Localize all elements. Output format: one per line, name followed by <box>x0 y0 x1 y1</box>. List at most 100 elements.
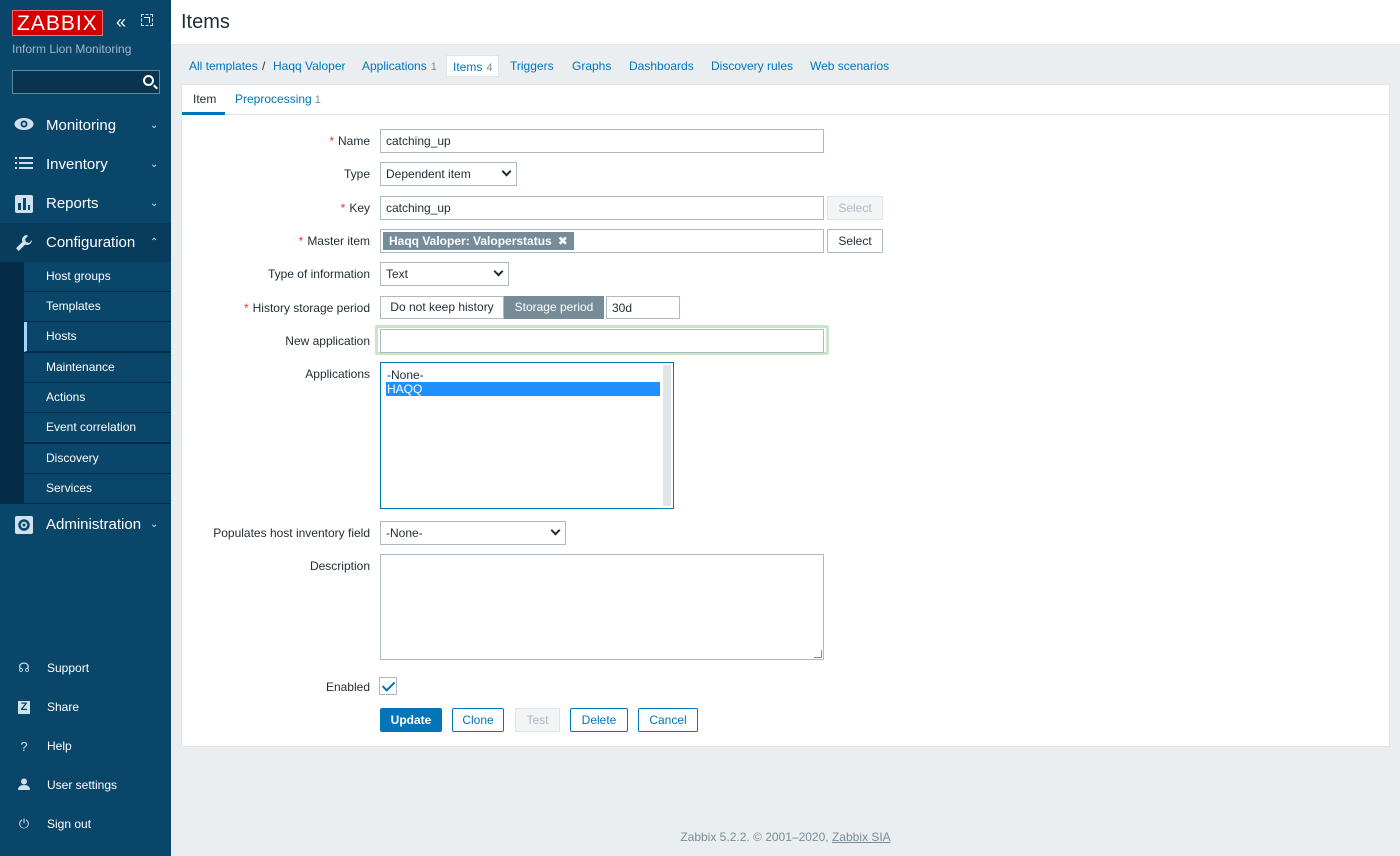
tab-label: Preprocessing <box>235 92 312 106</box>
menu-configuration[interactable]: Configuration ⌃ <box>0 223 171 262</box>
menu-label: Administration <box>46 516 142 533</box>
description-textarea[interactable] <box>380 554 824 660</box>
zabbix-logo[interactable]: ZABBIX <box>12 10 103 36</box>
tab-count: 4 <box>486 62 493 74</box>
tab-label: Items <box>453 60 483 74</box>
enabled-checkbox[interactable] <box>379 677 397 695</box>
submenu-host-groups[interactable]: Host groups <box>24 262 171 292</box>
menu-monitoring[interactable]: Monitoring ⌄ <box>0 106 171 145</box>
required-marker: * <box>340 201 346 215</box>
search-input[interactable] <box>12 70 160 94</box>
master-item-chip[interactable]: Haqq Valoper: Valoperstatus ✖ <box>383 232 574 250</box>
menu-label: Inventory <box>46 156 108 173</box>
tab-triggers[interactable]: Triggers <box>510 55 554 77</box>
applications-label: Applications <box>305 367 370 381</box>
sign-out-label: Sign out <box>47 817 92 831</box>
tab-dashboards[interactable]: Dashboards <box>629 55 694 77</box>
tab-items[interactable]: Items 4 <box>446 55 500 77</box>
form-tabs: Item Preprocessing 1 <box>182 85 1389 115</box>
test-button[interactable]: Test <box>515 708 560 732</box>
menu-reports[interactable]: Reports ⌄ <box>0 184 171 223</box>
kiosk-mode-icon[interactable] <box>141 14 153 26</box>
resize-grip-icon[interactable] <box>814 650 822 658</box>
chevron-down-icon: ⌄ <box>150 519 159 530</box>
type-of-information-select[interactable]: Text <box>380 262 509 286</box>
description-label: Description <box>309 559 370 573</box>
chip-label: Haqq Valoper: Valoperstatus <box>389 234 552 248</box>
footer: Zabbix 5.2.2. © 2001–2020, Zabbix SIA <box>171 830 1400 844</box>
history-label: * History storage period <box>244 301 370 315</box>
submenu-event-correlation[interactable]: Event correlation <box>24 413 171 443</box>
key-field[interactable]: catching_up <box>380 196 824 220</box>
listbox-scrollbar[interactable] <box>663 365 671 506</box>
applications-listbox[interactable]: -None- HAQQ <box>380 362 674 509</box>
page-header: Items <box>171 0 1400 45</box>
master-item-select-button[interactable]: Select <box>827 229 883 253</box>
type-of-information-label: Type of information <box>267 267 370 281</box>
menu-inventory[interactable]: Inventory ⌄ <box>0 145 171 184</box>
new-application-label: New application <box>285 334 370 348</box>
menu-sign-out[interactable]: ⏻ Sign out <box>0 809 171 839</box>
tab-item[interactable]: Item <box>193 92 216 106</box>
search-icon[interactable] <box>143 75 154 86</box>
submenu-actions[interactable]: Actions <box>24 383 171 413</box>
history-storage-period-option[interactable]: Storage period <box>504 296 604 319</box>
menu-help[interactable]: ? Help <box>0 731 171 761</box>
master-item-label: * Master item <box>299 234 370 248</box>
footer-link[interactable]: Zabbix SIA <box>832 830 891 844</box>
submenu-services[interactable]: Services <box>24 474 171 504</box>
history-period-field[interactable]: 30d <box>606 296 680 319</box>
menu-label: Configuration <box>46 234 136 251</box>
chevron-down-icon: ⌄ <box>150 159 159 170</box>
wrench-icon <box>14 234 34 252</box>
chevron-down-icon: ⌄ <box>150 198 159 209</box>
menu-user-settings[interactable]: User settings <box>0 770 171 800</box>
required-marker: * <box>298 234 304 248</box>
crumb-template[interactable]: Haqq Valoper <box>273 55 346 77</box>
tab-count: 1 <box>314 94 321 106</box>
remove-icon[interactable]: ✖ <box>558 234 568 248</box>
history-do-not-keep-option[interactable]: Do not keep history <box>380 296 504 319</box>
applications-option[interactable]: HAQQ <box>386 382 660 396</box>
list-icon <box>14 156 34 174</box>
submenu-discovery[interactable]: Discovery <box>24 444 171 474</box>
required-marker: * <box>329 134 334 148</box>
applications-option[interactable]: -None- <box>386 368 660 382</box>
select-value: Text <box>386 267 409 281</box>
crumb-all-templates[interactable]: All templates <box>189 55 258 77</box>
tab-applications[interactable]: Applications 1 <box>362 55 437 77</box>
submenu-maintenance[interactable]: Maintenance <box>24 353 171 383</box>
chevron-down-icon <box>501 166 512 177</box>
footer-text: Zabbix 5.2.2. © 2001–2020, <box>680 830 829 844</box>
menu-support[interactable]: ☊ Support <box>0 653 171 683</box>
sidebar: ZABBIX « Inform Lion Monitoring Monitori… <box>0 0 171 856</box>
type-label: Type <box>343 167 370 181</box>
collapse-sidebar-icon[interactable]: « <box>116 12 126 32</box>
name-field[interactable]: catching_up <box>380 129 824 153</box>
support-label: Support <box>47 661 90 675</box>
type-select[interactable]: Dependent item <box>380 162 517 186</box>
headset-icon: ☊ <box>18 660 30 675</box>
tab-preprocessing[interactable]: Preprocessing 1 <box>235 92 321 106</box>
tab-web-scenarios[interactable]: Web scenarios <box>810 55 889 77</box>
menu-label: Reports <box>46 195 99 212</box>
delete-button[interactable]: Delete <box>570 708 628 732</box>
enabled-label: Enabled <box>325 680 370 694</box>
chevron-down-icon <box>550 525 561 536</box>
share-z-icon: Z <box>18 700 30 714</box>
tab-discovery-rules[interactable]: Discovery rules <box>711 55 793 77</box>
menu-administration[interactable]: Administration ⌄ <box>0 505 171 544</box>
inventory-field-select[interactable]: -None- <box>380 521 566 545</box>
submenu-hosts[interactable]: Hosts <box>24 322 171 352</box>
new-application-field[interactable] <box>380 329 824 353</box>
submenu-templates[interactable]: Templates <box>24 292 171 322</box>
chevron-down-icon <box>493 266 504 277</box>
tab-graphs[interactable]: Graphs <box>572 55 611 77</box>
menu-share[interactable]: Z Share <box>0 692 171 722</box>
key-select-button[interactable]: Select <box>827 196 883 220</box>
cancel-button[interactable]: Cancel <box>638 708 698 732</box>
label-text: History storage period <box>252 301 370 315</box>
page-title: Items <box>181 11 230 33</box>
clone-button[interactable]: Clone <box>452 708 504 732</box>
update-button[interactable]: Update <box>380 708 442 732</box>
